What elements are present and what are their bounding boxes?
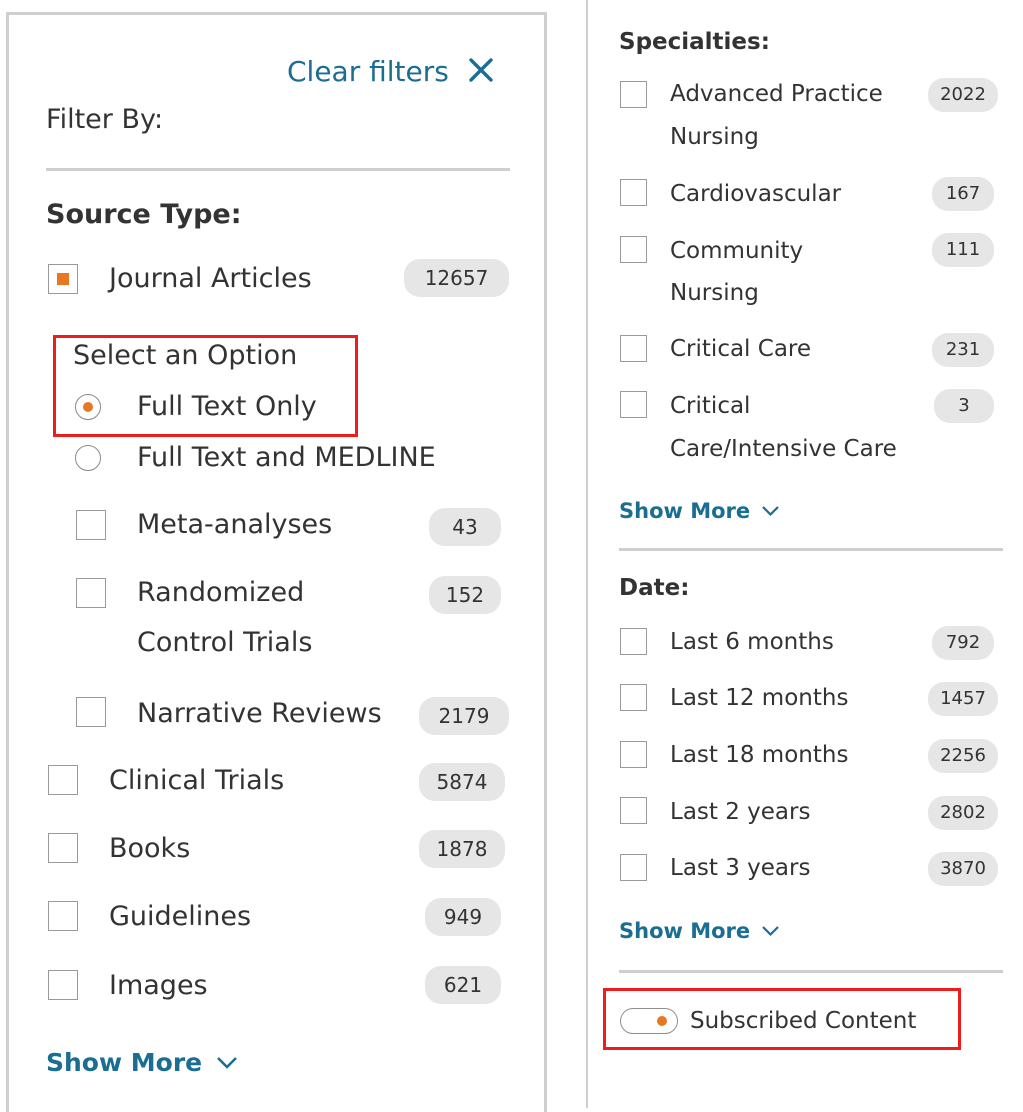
books-count: 1878 xyxy=(419,830,505,868)
date-show-more[interactable]: Show More xyxy=(619,914,780,948)
books-label: Books xyxy=(109,833,191,864)
last-12-months-count: 1457 xyxy=(928,682,998,716)
specialties-heading: Specialties: xyxy=(619,29,770,55)
community-label-line2: Nursing xyxy=(670,280,759,306)
images-count: 621 xyxy=(425,966,501,1004)
clinical-trials-checkbox[interactable] xyxy=(48,765,78,795)
randomized-label-line1: Randomized xyxy=(137,577,305,608)
full-text-medline-label[interactable]: Full Text and MEDLINE xyxy=(137,434,436,482)
journal-articles-label: Journal Articles xyxy=(109,263,312,294)
last-6-months-label: Last 6 months xyxy=(670,629,834,655)
critical-intensive-label-line2: Care/Intensive Care xyxy=(670,436,897,462)
critical-care-label: Critical Care xyxy=(670,336,812,362)
chevron-down-icon xyxy=(762,926,780,937)
clear-filters-label: Clear filters xyxy=(287,55,449,88)
guidelines-count: 949 xyxy=(425,898,501,936)
divider xyxy=(619,548,1003,551)
chevron-down-icon xyxy=(216,1057,237,1069)
books-checkbox[interactable] xyxy=(48,833,78,863)
critical-care-checkbox[interactable] xyxy=(620,335,647,362)
chevron-down-icon xyxy=(762,506,780,517)
highlight-box xyxy=(53,335,358,437)
divider xyxy=(46,168,510,171)
last-6-months-count: 792 xyxy=(932,626,994,660)
last-12-months-checkbox[interactable] xyxy=(620,684,647,711)
narrative-reviews-label: Narrative Reviews xyxy=(137,698,382,729)
last-18-months-count: 2256 xyxy=(928,739,998,773)
meta-analyses-count: 43 xyxy=(429,508,501,546)
critical-care-intensive-count: 3 xyxy=(934,389,994,423)
show-more-label: Show More xyxy=(46,1048,203,1077)
last-18-months-label: Last 18 months xyxy=(670,742,849,768)
advanced-practice-nursing-checkbox[interactable] xyxy=(620,81,647,108)
images-label: Images xyxy=(109,970,208,1001)
specialties-show-more[interactable]: Show More xyxy=(619,494,780,528)
randomized-control-trials-checkbox[interactable] xyxy=(76,578,106,608)
cardiovascular-checkbox[interactable] xyxy=(620,179,647,206)
narrative-reviews-checkbox[interactable] xyxy=(76,697,106,727)
full-text-medline-radio[interactable] xyxy=(75,445,101,471)
advanced-practice-nursing-count: 2022 xyxy=(928,78,998,112)
last-3-years-count: 3870 xyxy=(928,852,998,886)
source-type-heading: Source Type: xyxy=(46,199,242,230)
narrative-reviews-count: 2179 xyxy=(419,697,509,735)
close-icon xyxy=(469,58,493,82)
images-checkbox[interactable] xyxy=(48,970,78,1000)
cardiovascular-count: 167 xyxy=(932,177,994,211)
critical-intensive-label-line1: Critical xyxy=(670,393,751,419)
left-filter-panel xyxy=(6,12,547,1112)
source-type-show-more[interactable]: Show More xyxy=(46,1043,238,1083)
journal-articles-count: 12657 xyxy=(404,259,509,297)
critical-care-count: 231 xyxy=(932,333,994,367)
journal-articles-checkbox[interactable] xyxy=(48,264,78,294)
clinical-trials-count: 5874 xyxy=(419,763,505,801)
divider xyxy=(619,970,1003,973)
last-3-years-checkbox[interactable] xyxy=(620,854,647,881)
critical-care-intensive-checkbox[interactable] xyxy=(620,391,647,418)
last-2-years-label: Last 2 years xyxy=(670,799,811,825)
clear-filters-button[interactable]: Clear filters xyxy=(287,52,494,92)
randomized-label-line2: Control Trials xyxy=(137,627,313,658)
community-nursing-checkbox[interactable] xyxy=(620,236,647,263)
community-label-line1: Community xyxy=(670,238,804,264)
last-2-years-checkbox[interactable] xyxy=(620,797,647,824)
guidelines-checkbox[interactable] xyxy=(48,901,78,931)
panel-divider xyxy=(586,0,588,1108)
show-more-label: Show More xyxy=(619,499,751,523)
cardiovascular-label: Cardiovascular xyxy=(670,181,842,207)
meta-analyses-label: Meta-analyses xyxy=(137,509,333,540)
date-heading: Date: xyxy=(619,575,690,601)
show-more-label: Show More xyxy=(619,919,751,943)
advanced-practice-label-line2: Nursing xyxy=(670,124,759,150)
last-6-months-checkbox[interactable] xyxy=(620,628,647,655)
last-2-years-count: 2802 xyxy=(928,796,998,830)
community-nursing-count: 111 xyxy=(932,233,994,267)
advanced-practice-label-line1: Advanced Practice xyxy=(670,81,883,107)
last-18-months-checkbox[interactable] xyxy=(620,741,647,768)
checked-indicator xyxy=(57,273,69,285)
filter-by-label: Filter By: xyxy=(46,104,164,135)
highlight-box xyxy=(603,988,961,1050)
randomized-control-trials-count: 152 xyxy=(429,576,501,614)
guidelines-label: Guidelines xyxy=(109,901,252,932)
meta-analyses-checkbox[interactable] xyxy=(76,510,106,540)
last-12-months-label: Last 12 months xyxy=(670,685,849,711)
last-3-years-label: Last 3 years xyxy=(670,855,811,881)
clinical-trials-label: Clinical Trials xyxy=(109,765,285,796)
